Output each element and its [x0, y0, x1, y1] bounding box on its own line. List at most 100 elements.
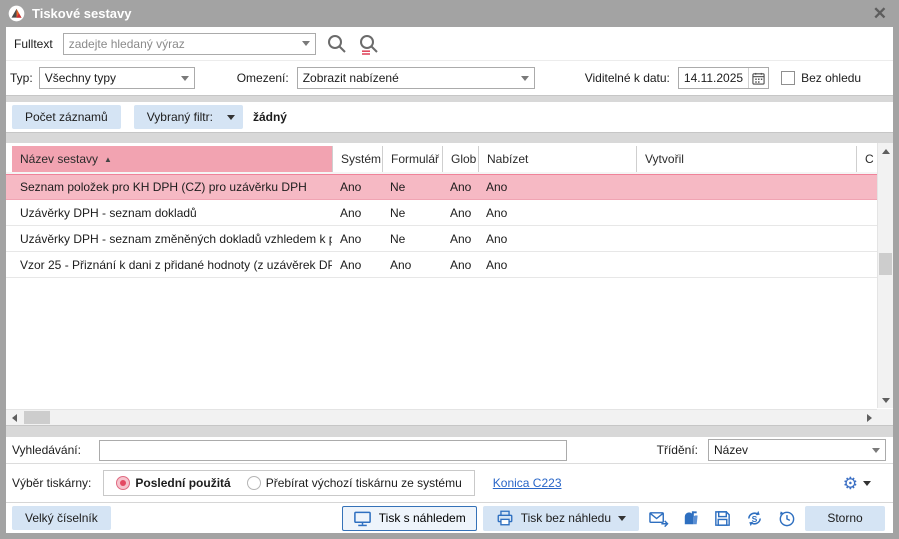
visible-date-value: 14.11.2025 — [679, 71, 748, 85]
column-header-system[interactable]: Systém… — [332, 146, 382, 172]
column-header-cut[interactable]: C — [856, 146, 877, 172]
fulltext-label: Fulltext — [14, 37, 53, 51]
scroll-down-icon[interactable] — [878, 392, 893, 408]
print-preview-button[interactable]: Tisk s náhledem — [342, 506, 477, 531]
reports-table: Název sestavy ▲ Systém… Formulář Glob… N… — [6, 143, 893, 425]
column-header-formular[interactable]: Formulář — [382, 146, 442, 172]
divider — [6, 95, 893, 102]
search-label: Vyhledávání: — [12, 443, 81, 457]
typ-value: Všechny typy — [45, 71, 176, 85]
sort-value: Název — [714, 443, 867, 457]
action-bar: Velký číselník Tisk s náhledem — [6, 502, 893, 533]
selected-filter-value: žádný — [253, 110, 287, 124]
history-button[interactable] — [773, 506, 799, 531]
radio-checked-icon[interactable] — [116, 476, 130, 490]
chevron-down-icon[interactable] — [867, 440, 885, 460]
sort-combobox[interactable]: Název — [708, 439, 886, 461]
print-direct-button[interactable]: Tisk bez náhledu — [483, 506, 639, 531]
titlebar: Tiskové sestavy ✕ — [0, 0, 899, 27]
monitor-icon — [353, 509, 372, 528]
fulltext-combobox[interactable]: zadejte hledaný výraz — [63, 33, 316, 55]
column-header-nabizet[interactable]: Nabízet — [478, 146, 636, 172]
scroll-left-icon[interactable] — [6, 410, 22, 425]
column-header-nazev[interactable]: Název sestavy ▲ — [12, 146, 332, 172]
chevron-down-icon[interactable] — [297, 34, 315, 54]
omezeni-value: Zobrazit nabízené — [303, 71, 516, 85]
table-row[interactable]: Uzávěrky DPH - seznam dokladů Ano Ne Ano… — [6, 200, 877, 226]
printer-label: Výběr tiskárny: — [12, 476, 91, 490]
fulltext-row: Fulltext zadejte hledaný výraz — [6, 27, 893, 61]
sync-s-icon: S — [744, 509, 765, 528]
column-header-glob[interactable]: Glob… — [442, 146, 478, 172]
scroll-up-icon[interactable] — [878, 143, 893, 159]
radio-system-default[interactable]: Přebírat výchozí tiskárnu ze systému — [247, 476, 462, 490]
chevron-down-icon — [227, 115, 235, 120]
horizontal-scroll-thumb[interactable] — [24, 411, 50, 424]
history-clock-icon — [777, 509, 796, 528]
visible-date-label: Viditelné k datu: — [585, 71, 670, 85]
type-filter-row: Typ: Všechny typy Omezení: Zobrazit nabí… — [6, 61, 893, 95]
envelope-send-icon — [648, 509, 669, 528]
svg-text:S: S — [751, 513, 757, 523]
mailbox-icon — [681, 509, 700, 528]
search-sort-row: Vyhledávání: Třídění: Název — [6, 437, 893, 463]
window-title: Tiskové sestavy — [32, 6, 869, 21]
omezeni-combobox[interactable]: Zobrazit nabízené — [297, 67, 535, 89]
table-row[interactable]: Seznam položek pro KH DPH (CZ) pro uzávě… — [6, 174, 877, 200]
chevron-down-icon[interactable] — [863, 481, 871, 486]
table-row[interactable]: Uzávěrky DPH - seznam změněných dokladů … — [6, 226, 877, 252]
printer-icon — [496, 509, 514, 527]
printer-radio-group: Poslední použitá Přebírat výchozí tiskár… — [103, 470, 474, 496]
chevron-down-icon[interactable] — [516, 68, 534, 88]
send-email-button[interactable] — [645, 506, 671, 531]
radio-last-used-label: Poslední použitá — [135, 476, 230, 490]
fulltext-placeholder: zadejte hledaný výraz — [69, 37, 297, 51]
printer-row: Výběr tiskárny: Poslední použitá Přebíra… — [6, 463, 893, 502]
omezeni-label: Omezení: — [237, 71, 289, 85]
dialog-content: Fulltext zadejte hledaný výraz Typ: — [6, 27, 893, 533]
search-icon[interactable] — [326, 33, 348, 55]
radio-last-used[interactable]: Poslední použitá — [116, 476, 230, 490]
table-header: Název sestavy ▲ Systém… Formulář Glob… N… — [6, 146, 877, 174]
selected-filter-label: Vybraný filtr: — [147, 110, 213, 124]
typ-label: Typ: — [10, 71, 33, 85]
table-grid: Název sestavy ▲ Systém… Formulář Glob… N… — [6, 146, 877, 278]
gear-icon[interactable]: ⚙ — [843, 475, 858, 492]
close-icon[interactable]: ✕ — [869, 5, 891, 22]
chevron-down-icon[interactable] — [176, 68, 194, 88]
save-icon — [713, 509, 732, 528]
printer-device-link[interactable]: Konica C223 — [493, 476, 562, 490]
radio-unchecked-icon[interactable] — [247, 476, 261, 490]
sync-actions-button[interactable]: S — [741, 506, 767, 531]
radio-system-default-label: Přebírat výchozí tiskárnu ze systému — [266, 476, 462, 490]
sort-asc-icon: ▲ — [104, 155, 112, 164]
dialog-window: Tiskové sestavy ✕ Fulltext zadejte hleda… — [0, 0, 899, 539]
typ-combobox[interactable]: Všechny typy — [39, 67, 195, 89]
print-direct-label: Tisk bez náhledu — [521, 511, 611, 525]
column-header-vytvoril[interactable]: Vytvořil — [636, 146, 856, 172]
printer-settings[interactable]: ⚙ — [843, 475, 871, 492]
selected-filter-button[interactable]: Vybraný filtr: — [134, 105, 243, 129]
fulltext-search-icon[interactable] — [358, 33, 380, 55]
save-button[interactable] — [709, 506, 735, 531]
mailbox-button[interactable] — [677, 506, 703, 531]
records-filter-row: Počet záznamů Vybraný filtr: žádný — [6, 102, 893, 132]
table-row[interactable]: Vzor 25 - Přiznání k dani z přidané hodn… — [6, 252, 877, 278]
scroll-right-icon[interactable] — [861, 410, 877, 425]
chevron-down-icon — [618, 516, 626, 521]
cancel-button[interactable]: Storno — [805, 506, 885, 531]
bez-ohledu-checkbox[interactable] — [781, 71, 795, 85]
horizontal-scrollbar[interactable] — [6, 409, 877, 425]
vertical-scrollbar[interactable] — [877, 143, 893, 408]
search-input[interactable] — [99, 440, 567, 461]
calendar-icon[interactable] — [748, 68, 768, 88]
vertical-scroll-thumb[interactable] — [879, 253, 892, 275]
sort-label: Třídění: — [657, 443, 698, 457]
app-logo-icon — [8, 5, 25, 22]
divider — [6, 132, 893, 143]
print-preview-label: Tisk s náhledem — [379, 511, 466, 525]
large-list-button[interactable]: Velký číselník — [12, 506, 111, 530]
divider — [6, 425, 893, 437]
visible-date-field[interactable]: 14.11.2025 — [678, 67, 769, 89]
record-count-button[interactable]: Počet záznamů — [12, 105, 121, 129]
